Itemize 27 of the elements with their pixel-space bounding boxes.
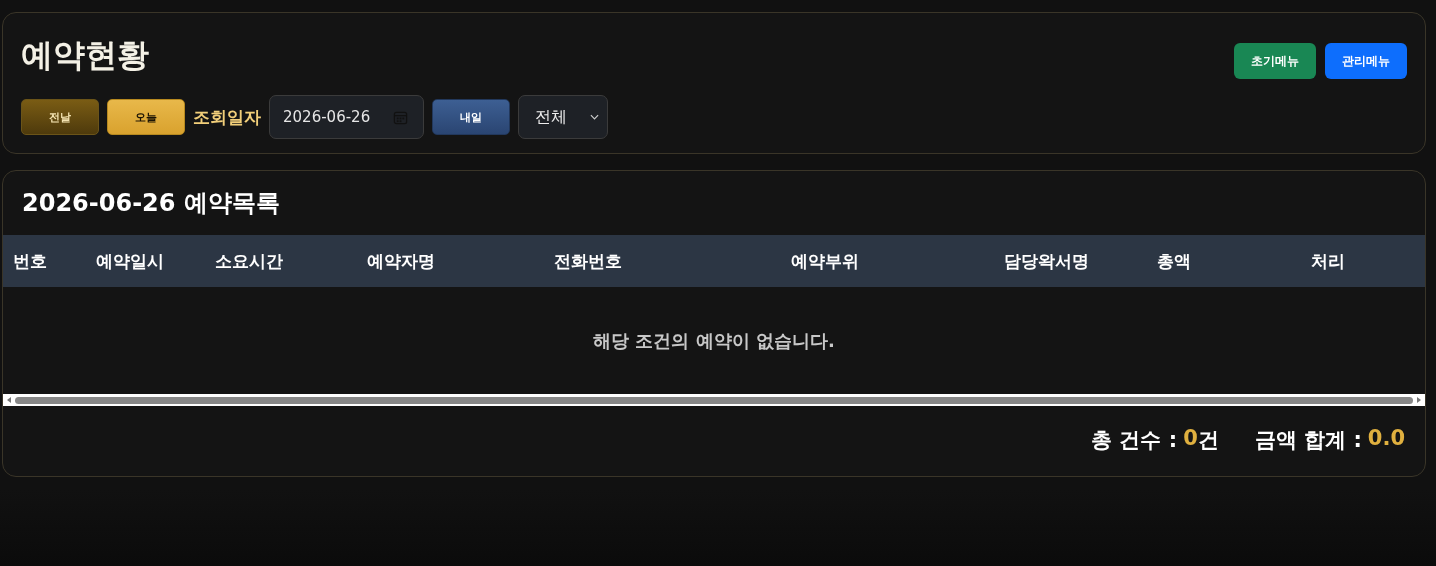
next-day-button[interactable]: 내일 xyxy=(432,99,510,135)
column-header: 번호 xyxy=(12,249,47,273)
page-title: 예약현황 xyxy=(21,35,149,75)
horizontal-scrollbar[interactable] xyxy=(3,394,1425,406)
column-header: 예약부위 xyxy=(791,249,859,273)
summary-label: 금액 합계 : xyxy=(1254,427,1362,454)
menu-button[interactable]: 관리메뉴 xyxy=(1325,43,1407,79)
menu-button[interactable]: 초기메뉴 xyxy=(1234,43,1316,79)
chevron-down-icon[interactable] xyxy=(590,114,599,120)
column-header: 예약자명 xyxy=(367,249,435,273)
list-title: 2026-06-26 예약목록 xyxy=(21,188,281,219)
column-header: 담당왁서명 xyxy=(1003,249,1089,273)
column-header: 총액 xyxy=(1157,249,1191,273)
filter-dropdown[interactable]: 전체 xyxy=(518,95,608,139)
column-header: 처리 xyxy=(1311,249,1345,273)
column-header: 소요시간 xyxy=(215,249,283,273)
today-button[interactable]: 오늘 xyxy=(107,99,185,135)
date-field[interactable]: 2026-06-26 xyxy=(269,95,424,139)
summary-label: 총 건수 : xyxy=(1091,427,1178,454)
column-header: 예약일시 xyxy=(96,249,164,273)
summary-unit: 건 xyxy=(1197,427,1219,454)
column-header: 전화번호 xyxy=(554,249,622,273)
date-label: 조회일자 xyxy=(193,105,261,129)
summary-value: 0 xyxy=(1183,426,1198,452)
empty-message: 해당 조건의 예약이 없습니다. xyxy=(593,328,835,353)
prev-day-button[interactable]: 전날 xyxy=(21,99,99,135)
summary-value: 0.0 xyxy=(1367,426,1405,452)
